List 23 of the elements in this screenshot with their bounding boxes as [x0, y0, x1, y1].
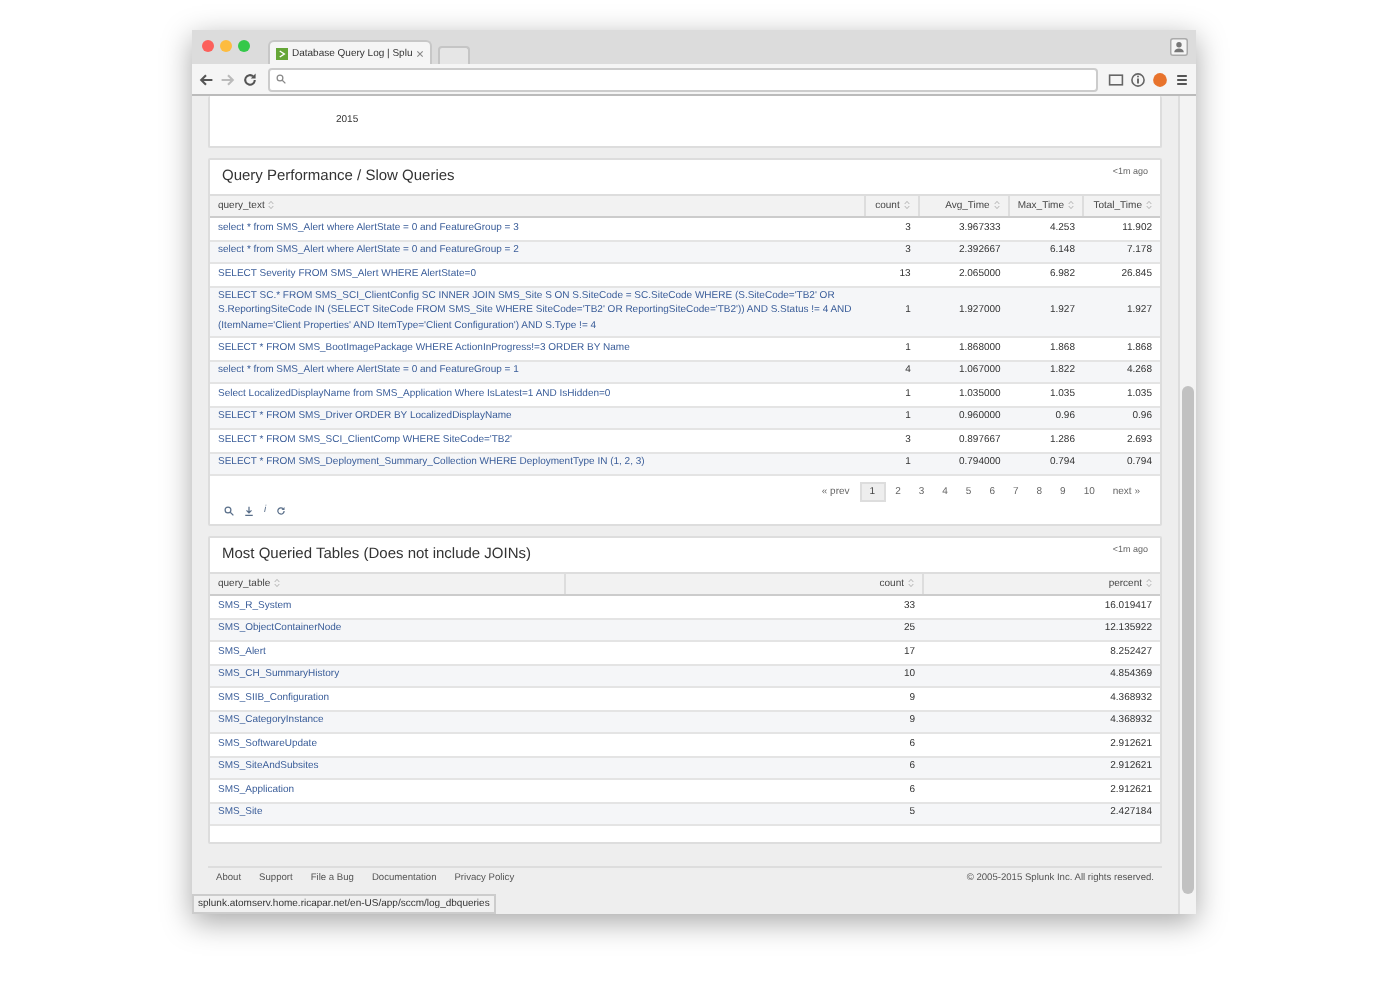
sort-icon: [908, 578, 914, 589]
reload-icon[interactable]: [242, 71, 258, 87]
menu-icon[interactable]: [1174, 71, 1190, 87]
sort-icon: [268, 200, 275, 211]
download-icon[interactable]: [244, 506, 254, 516]
extension-icon[interactable]: [1152, 71, 1168, 87]
sort-icon: [1146, 578, 1152, 589]
sort-icon: [993, 200, 1000, 211]
search-icon[interactable]: [224, 506, 234, 516]
sort-icon: [274, 578, 281, 589]
search-icon: [276, 74, 286, 84]
back-arrow-icon[interactable]: [198, 71, 214, 87]
profile-icon[interactable]: [1170, 38, 1188, 56]
sort-icon: [903, 200, 910, 211]
sort-icon: [1146, 200, 1152, 211]
scrollbar-thumb[interactable]: [1182, 386, 1194, 894]
refresh-icon[interactable]: [276, 506, 287, 516]
close-window-icon[interactable]: [202, 40, 214, 52]
sort-icon: [1068, 200, 1074, 211]
cast-icon[interactable]: [1108, 71, 1124, 87]
favicon-icon: [276, 47, 288, 59]
close-icon[interactable]: [416, 49, 424, 57]
info-circle-icon[interactable]: [1130, 71, 1146, 87]
